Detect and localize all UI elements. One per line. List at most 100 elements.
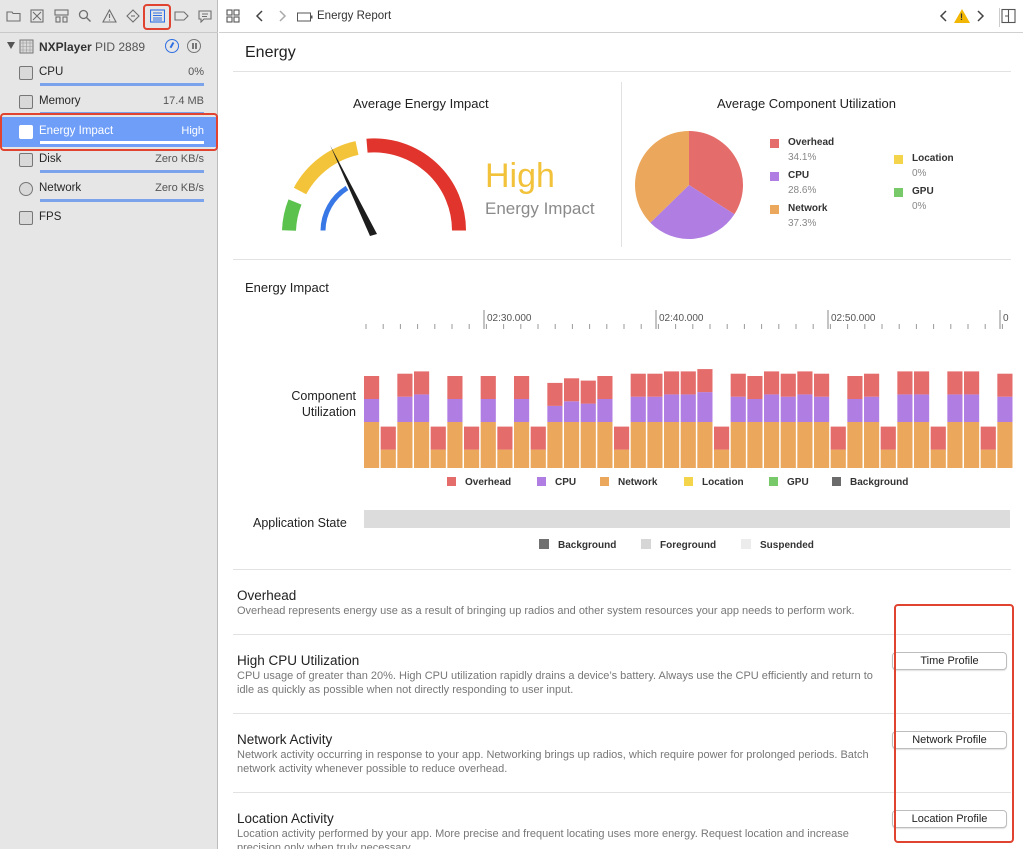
report-heading: Energy <box>245 44 296 61</box>
selected-tab-highlight <box>143 4 171 30</box>
bar-segment-overhead <box>947 371 963 395</box>
legend-name: Overhead <box>788 137 835 148</box>
energy-impact-gauge <box>282 138 467 236</box>
folder-icon[interactable] <box>6 9 22 25</box>
bar-segment-network <box>780 422 796 468</box>
bar-segment-cpu <box>797 394 813 422</box>
bar-segment-network <box>497 449 513 468</box>
ruler-label: 02:30.000 <box>487 313 532 324</box>
bar-segment-overhead <box>614 426 630 450</box>
bar-legend-background: Background <box>832 477 908 488</box>
disclosure-triangle-icon[interactable] <box>7 42 15 49</box>
gauge-label: FPS <box>39 211 62 223</box>
hierarchy-icon[interactable] <box>54 9 70 25</box>
bar-segment-overhead <box>480 376 496 399</box>
bar-segment-overhead <box>764 371 780 395</box>
bar-segment-overhead <box>430 426 446 450</box>
bar-segment-overhead <box>380 426 396 450</box>
ruler-label: 02:40.000 <box>659 313 704 324</box>
issue-back-chevron-icon[interactable] <box>939 9 949 26</box>
bar-segment-network <box>414 422 430 468</box>
breakpoint-icon[interactable] <box>174 9 190 25</box>
cpu-section-title: High CPU Utilization <box>237 653 360 668</box>
gauge-cpu[interactable]: CPU 0% <box>0 62 218 91</box>
bar-segment-overhead <box>464 426 480 450</box>
avg-energy-title: Average Energy Impact <box>353 96 489 111</box>
bar-segment-network <box>814 422 830 468</box>
pause-icon[interactable] <box>187 39 201 53</box>
bar-segment-network <box>880 449 896 468</box>
back-chevron-icon[interactable] <box>255 9 265 26</box>
bar-segment-overhead <box>647 373 663 397</box>
issue-forward-chevron-icon[interactable] <box>975 9 985 26</box>
divider <box>233 259 1011 260</box>
legend-swatch <box>447 477 456 486</box>
divider <box>233 71 1011 72</box>
bar-segment-network <box>980 449 996 468</box>
legend-percent: 0% <box>912 201 927 212</box>
gauge-arc-high <box>366 138 467 231</box>
legend-swatch <box>894 155 903 164</box>
bar-segment-overhead <box>547 382 563 406</box>
bar-segment-cpu <box>514 399 530 422</box>
gauge-icon[interactable] <box>165 39 179 53</box>
bar-segment-network <box>564 422 580 468</box>
gauge-disk[interactable]: Disk Zero KB/s <box>0 149 218 178</box>
bar-segment-network <box>797 422 813 468</box>
bar-segment-cpu <box>897 394 913 422</box>
bar-segment-cpu <box>914 394 930 422</box>
gauge-value: Zero KB/s <box>155 182 204 194</box>
avg-component-title: Average Component Utilization <box>717 96 896 111</box>
source-control-icon[interactable] <box>30 9 46 25</box>
warning-icon[interactable] <box>102 9 118 25</box>
cpu-section-description: CPU usage of greater than 20%. High CPU … <box>237 670 873 696</box>
bar-segment-cpu <box>397 396 413 422</box>
ruler-label: 0 <box>1003 313 1009 324</box>
bar-segment-cpu <box>630 396 646 422</box>
report-icon[interactable] <box>198 9 214 25</box>
component-utilization-chart <box>364 369 1013 468</box>
bar-segment-overhead <box>364 376 380 399</box>
impact-level: High <box>485 157 555 195</box>
bar-segment-overhead <box>830 426 846 450</box>
jump-bar-title[interactable]: Energy Report <box>317 10 391 22</box>
bar-segment-overhead <box>880 426 896 450</box>
bar-segment-cpu <box>547 405 563 422</box>
bar-segment-overhead <box>530 426 546 450</box>
bar-segment-overhead <box>664 371 680 395</box>
cpu-icon <box>19 66 33 80</box>
bar-segment-cpu <box>414 394 430 422</box>
gauge-fps[interactable]: FPS <box>0 207 218 236</box>
gauge-label: Memory <box>39 95 81 107</box>
bar-segment-overhead <box>714 426 730 450</box>
test-diamond-icon[interactable] <box>126 9 142 25</box>
legend-name: Network <box>788 203 828 214</box>
legend-percent: 34.1% <box>788 152 817 163</box>
bar-segment-network <box>697 422 713 468</box>
bar-segment-overhead <box>514 376 530 399</box>
legend-swatch <box>769 477 778 486</box>
bar-segment-overhead <box>964 371 980 395</box>
bar-segment-network <box>630 422 646 468</box>
bar-legend-location: Location <box>684 477 744 488</box>
process-title: NXPlayer PID 2889 <box>39 40 146 54</box>
grid-icon[interactable] <box>226 9 240 26</box>
navigator-toolbar <box>0 0 218 33</box>
legend-swatch <box>641 539 651 549</box>
bar-segment-network <box>464 449 480 468</box>
bar-segment-cpu <box>847 399 863 422</box>
bar-segment-cpu <box>764 394 780 422</box>
gauge-network[interactable]: Network Zero KB/s <box>0 178 218 207</box>
legend-swatch <box>539 539 549 549</box>
bar-segment-cpu <box>447 399 463 422</box>
search-icon[interactable] <box>78 9 94 25</box>
bar-segment-network <box>614 449 630 468</box>
forward-chevron-icon[interactable] <box>277 9 287 26</box>
add-editor-icon[interactable] <box>999 8 1016 27</box>
bar-segment-overhead <box>997 373 1013 397</box>
bar-segment-cpu <box>364 399 380 422</box>
process-row[interactable]: NXPlayer PID 2889 <box>0 36 218 58</box>
bar-segment-network <box>747 422 763 468</box>
legend-percent: 37.3% <box>788 218 817 229</box>
bar-segment-network <box>514 422 530 468</box>
